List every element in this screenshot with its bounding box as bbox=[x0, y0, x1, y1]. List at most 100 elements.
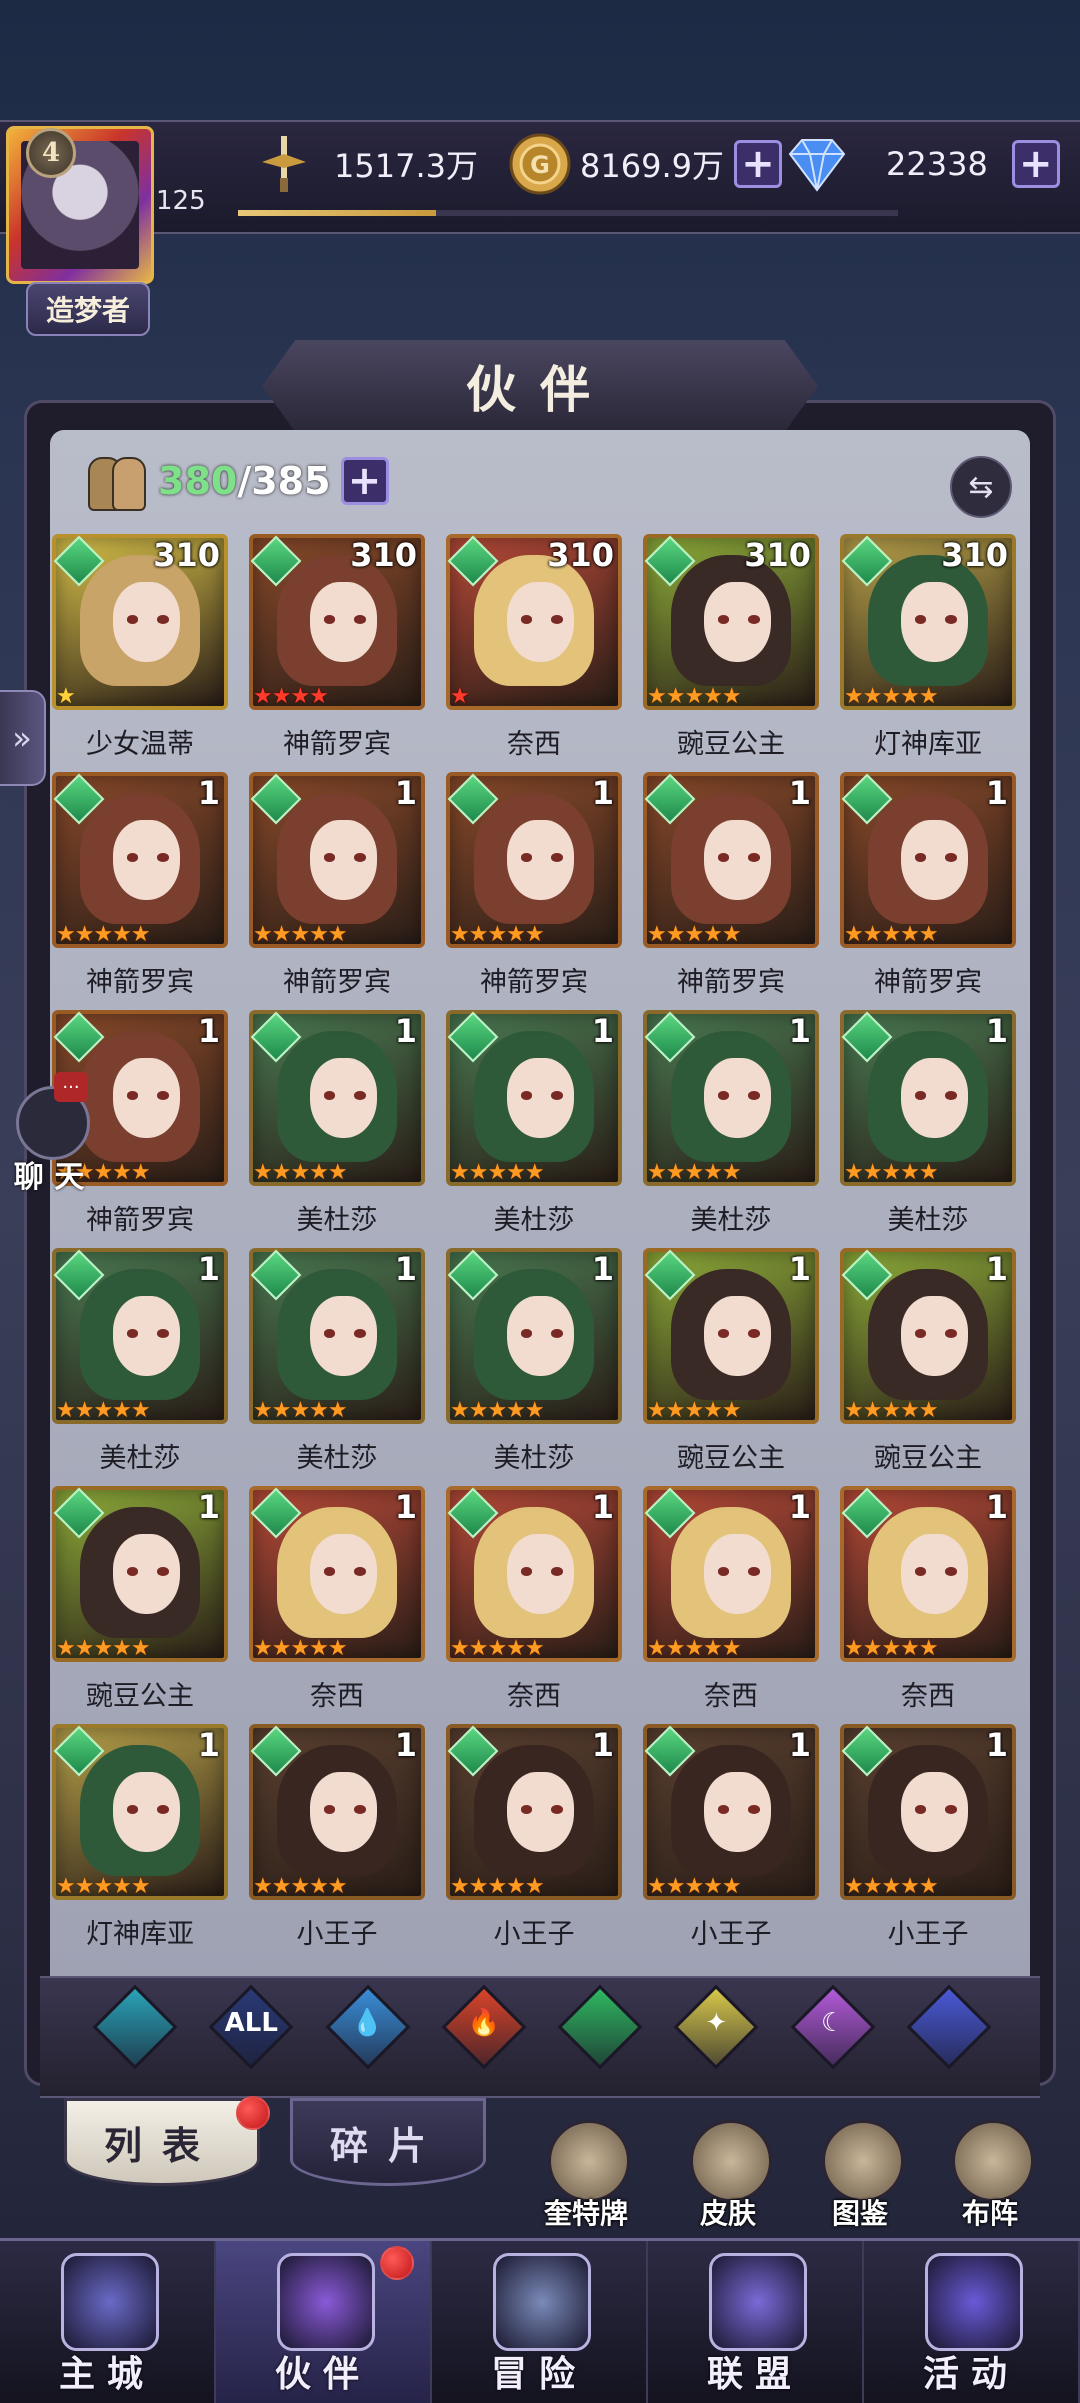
dark-diamond-icon[interactable]: ☾ bbox=[790, 1984, 876, 2070]
hero-card[interactable]: 1 ★★★★★ 美杜莎 bbox=[840, 1010, 1016, 1236]
hero-card[interactable]: 310 ★★★★★ 灯神库亚 bbox=[840, 534, 1016, 760]
chat-label: 聊 天 bbox=[13, 1160, 85, 1195]
hero-level: 310 bbox=[744, 536, 811, 574]
hero-card[interactable]: 310 ★★★★★ 豌豆公主 bbox=[643, 534, 819, 760]
player-title-badge[interactable]: 造梦者 bbox=[26, 282, 150, 336]
nav-compass[interactable]: 冒险 bbox=[432, 2241, 648, 2403]
hero-card[interactable]: 1 ★★★★★ 小王子 bbox=[446, 1724, 622, 1950]
hero-card[interactable]: 1 ★★★★★ 神箭罗宾 bbox=[643, 772, 819, 998]
vip-badge: 4 bbox=[26, 128, 76, 178]
hero-card[interactable]: 1 ★★★★★ 豌豆公主 bbox=[52, 1486, 228, 1712]
shortcut-label: 皮肤 bbox=[699, 2197, 756, 2230]
hero-name: 少女温蒂 bbox=[86, 729, 194, 760]
shortcut-skin[interactable]: 皮肤 bbox=[680, 2120, 776, 2230]
hero-card[interactable]: 1 ★★★★★ 奈西 bbox=[446, 1486, 622, 1712]
diamond-gem-icon bbox=[788, 139, 846, 192]
roster-count-text: 380/385 bbox=[158, 459, 331, 503]
orbit-diamond-icon[interactable] bbox=[906, 1984, 992, 2070]
shortcut-codex[interactable]: 图鉴 bbox=[812, 2120, 908, 2230]
chat-button[interactable]: ... 聊 天 bbox=[4, 1072, 94, 1195]
hero-stars: ★★★★★ bbox=[844, 1160, 939, 1185]
hero-level: 1 bbox=[788, 1488, 811, 1526]
hero-stars: ★★★★★ bbox=[450, 1636, 545, 1661]
hero-stars: ★★★★★ bbox=[647, 1874, 742, 1899]
light-diamond-icon[interactable]: ✦ bbox=[673, 1984, 759, 2070]
codex-icon bbox=[822, 2120, 904, 2202]
hero-card[interactable]: 1 ★★★★★ 神箭罗宾 bbox=[52, 772, 228, 998]
water-diamond-icon[interactable]: 💧 bbox=[325, 1984, 411, 2070]
tab-list[interactable]: 列表 bbox=[64, 2098, 260, 2186]
add-gems-button[interactable]: + bbox=[1011, 140, 1060, 188]
page-title-banner: 伙伴 bbox=[262, 340, 818, 432]
hero-card[interactable]: 310 ★ 奈西 bbox=[446, 534, 622, 760]
hero-name: 奈西 bbox=[507, 729, 561, 760]
fire-diamond-icon[interactable]: 🔥 bbox=[441, 1984, 527, 2070]
hero-stars: ★★★★★ bbox=[844, 1874, 939, 1899]
power-stat: 1517.3万 bbox=[254, 132, 478, 196]
hero-card[interactable]: 1 ★★★★★ 小王子 bbox=[840, 1724, 1016, 1950]
hero-card[interactable]: 1 ★★★★★ 美杜莎 bbox=[249, 1010, 425, 1236]
nav-shield[interactable]: 联盟 bbox=[648, 2241, 864, 2403]
shortcut-formation[interactable]: 布阵 bbox=[942, 2120, 1038, 2230]
hero-stars: ★ bbox=[56, 684, 76, 709]
hero-card[interactable]: 1 ★★★★★ 美杜莎 bbox=[52, 1248, 228, 1474]
hero-card[interactable]: 1 ★★★★★ 神箭罗宾 bbox=[446, 772, 622, 998]
chat-unread-badge: ... bbox=[54, 1072, 88, 1102]
hero-card[interactable]: 1 ★★★★★ 小王子 bbox=[643, 1724, 819, 1950]
hero-stars: ★★★★★ bbox=[253, 1874, 348, 1899]
hero-level: 1 bbox=[985, 1012, 1008, 1050]
hero-name: 神箭罗宾 bbox=[283, 729, 391, 760]
nav-label: 联盟 bbox=[706, 2353, 803, 2395]
hero-card[interactable]: 1 ★★★★★ 美杜莎 bbox=[446, 1248, 622, 1474]
roster-capacity: /385 bbox=[237, 459, 331, 503]
nav-castle[interactable]: 主城 bbox=[0, 2241, 216, 2403]
double-chevron-right-icon: » bbox=[12, 719, 32, 757]
hero-card[interactable]: 1 ★★★★★ 小王子 bbox=[249, 1724, 425, 1950]
hero-stars: ★★★★★ bbox=[647, 684, 742, 709]
sort-toggle-button[interactable]: ⇆ bbox=[950, 456, 1012, 518]
hero-card[interactable]: 310 ★★★★ 神箭罗宾 bbox=[249, 534, 425, 760]
hero-name: 美杜莎 bbox=[887, 1205, 969, 1236]
hero-card[interactable]: 1 ★★★★★ 奈西 bbox=[643, 1486, 819, 1712]
hero-card[interactable]: 1 ★★★★★ 豌豆公主 bbox=[643, 1248, 819, 1474]
side-expand-tab[interactable]: » bbox=[0, 690, 46, 786]
hero-level: 1 bbox=[788, 774, 811, 812]
hero-card[interactable]: 1 ★★★★★ 美杜莎 bbox=[446, 1010, 622, 1236]
hero-card[interactable]: 1 ★★★★★ 神箭罗宾 bbox=[249, 772, 425, 998]
hero-stars: ★★★★★ bbox=[450, 922, 545, 947]
hero-level: 1 bbox=[394, 774, 417, 812]
hero-stars: ★★★★★ bbox=[844, 1398, 939, 1423]
list-notification-dot bbox=[236, 2096, 270, 2130]
element-filters: ALL 💧 🔥 ✦ ☾ bbox=[92, 1984, 992, 2070]
hero-name: 灯神库亚 bbox=[86, 1919, 194, 1950]
nav-cards[interactable]: 活动 bbox=[864, 2241, 1080, 2403]
shortcut-label: 布阵 bbox=[961, 2197, 1018, 2230]
hero-name: 奈西 bbox=[901, 1681, 955, 1712]
wind-diamond-icon[interactable] bbox=[557, 1984, 643, 2070]
nav-label: 伙伴 bbox=[274, 2353, 371, 2395]
hero-name: 美杜莎 bbox=[296, 1205, 378, 1236]
hero-level: 1 bbox=[788, 1726, 811, 1764]
tab-fragments[interactable]: 碎片 bbox=[290, 2098, 486, 2186]
hero-card[interactable]: 1 ★★★★★ 美杜莎 bbox=[643, 1010, 819, 1236]
hero-stars: ★★★★★ bbox=[253, 1398, 348, 1423]
hero-name: 奈西 bbox=[704, 1681, 758, 1712]
add-gold-button[interactable]: + bbox=[733, 140, 782, 188]
shortcut-card-deck[interactable]: 奎特牌 bbox=[538, 2120, 634, 2230]
hero-card[interactable]: 1 ★★★★★ 神箭罗宾 bbox=[840, 772, 1016, 998]
arch-diamond-icon[interactable] bbox=[92, 1984, 178, 2070]
hero-card[interactable]: 1 ★★★★★ 豌豆公主 bbox=[840, 1248, 1016, 1474]
hero-card[interactable]: 1 ★★★★★ 奈西 bbox=[249, 1486, 425, 1712]
hero-level: 1 bbox=[197, 1488, 220, 1526]
hero-name: 小王子 bbox=[887, 1919, 969, 1950]
hero-card[interactable]: 310 ★ 少女温蒂 bbox=[52, 534, 228, 760]
hero-stars: ★★★★★ bbox=[56, 1874, 151, 1899]
nav-label: 冒险 bbox=[490, 2353, 587, 2395]
all-diamond-icon[interactable]: ALL bbox=[208, 1984, 294, 2070]
hero-card[interactable]: 1 ★★★★★ 美杜莎 bbox=[249, 1248, 425, 1474]
hero-card[interactable]: 1 ★★★★★ 灯神库亚 bbox=[52, 1724, 228, 1950]
hero-stars: ★★★★★ bbox=[56, 1636, 151, 1661]
shield-icon bbox=[709, 2253, 807, 2351]
expand-roster-button[interactable]: + bbox=[340, 457, 389, 505]
hero-card[interactable]: 1 ★★★★★ 奈西 bbox=[840, 1486, 1016, 1712]
